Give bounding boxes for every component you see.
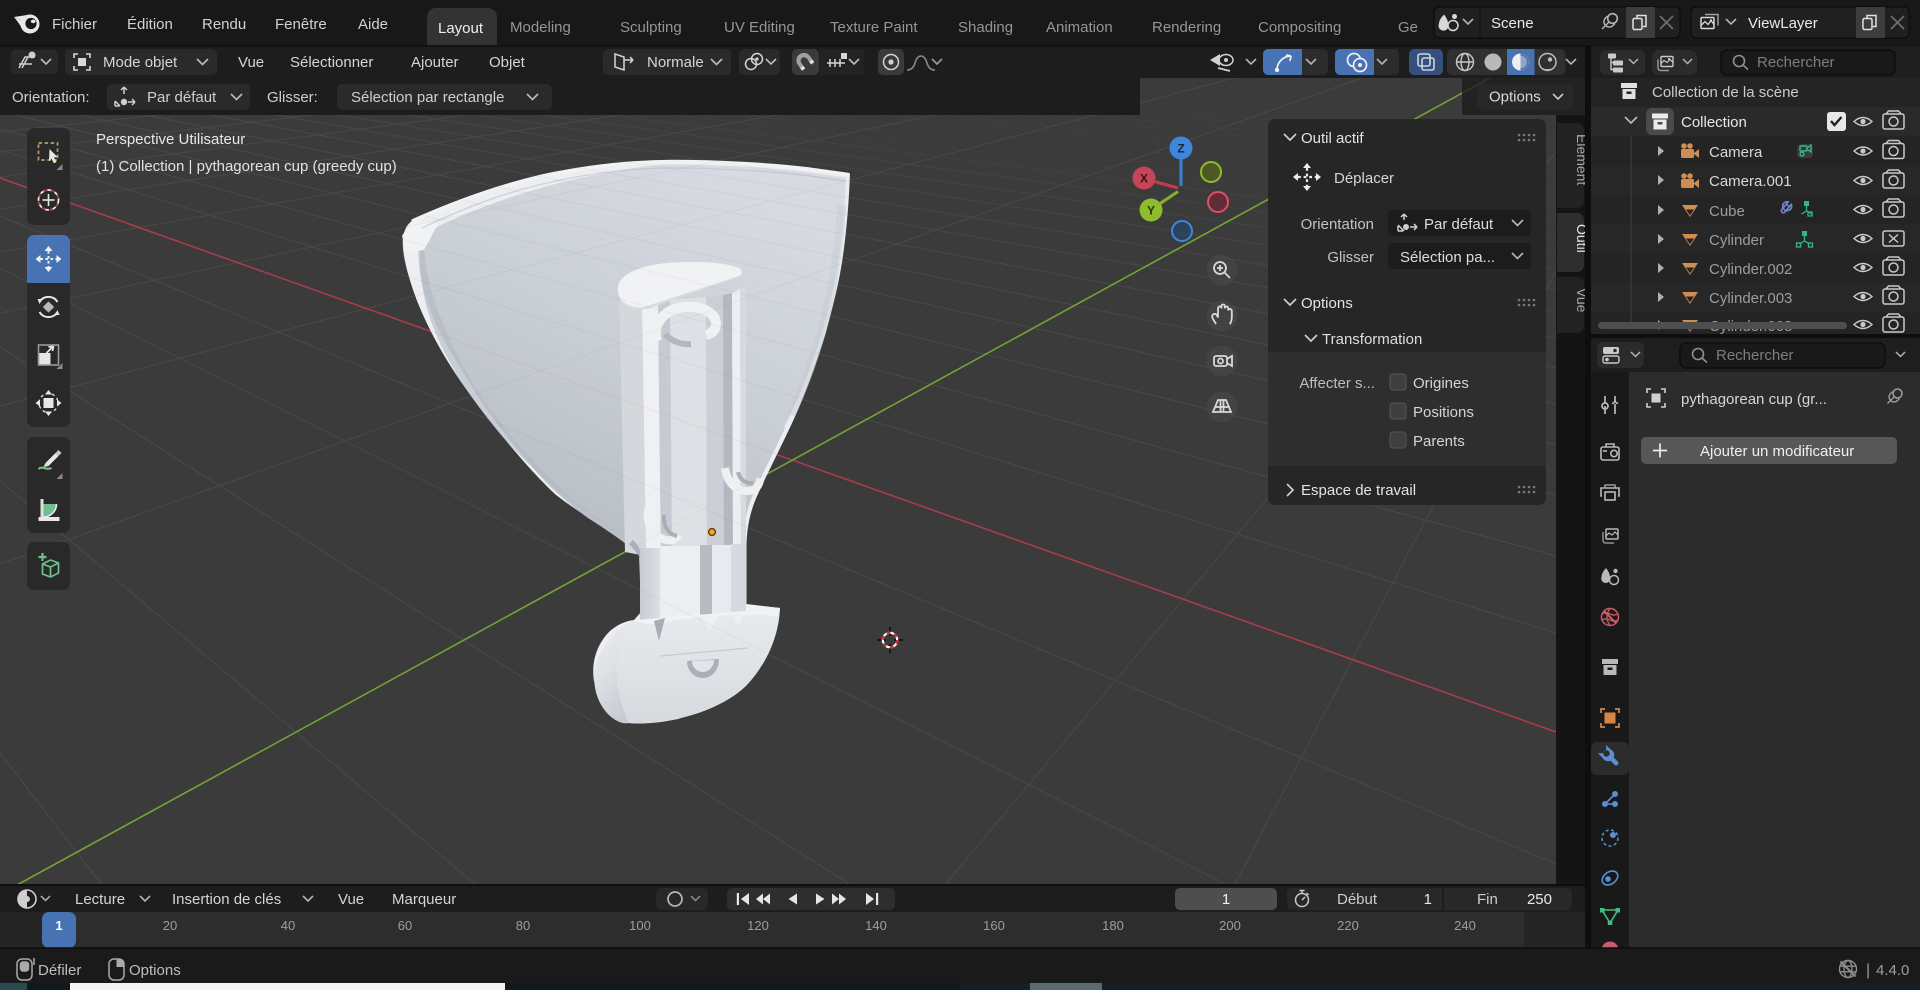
svg-text:|: | [1866,962,1870,979]
svg-text:Fin: Fin [1477,891,1498,908]
svg-text:Sculpting: Sculpting [620,19,682,36]
svg-text:20: 20 [163,918,177,933]
svg-text:1: 1 [1222,891,1230,908]
svg-text:Animation: Animation [1046,19,1113,36]
svg-text:Outil actif: Outil actif [1301,130,1364,147]
svg-text:Ajouter: Ajouter [411,54,459,71]
svg-text:Rechercher: Rechercher [1716,347,1794,364]
svg-text:Compositing: Compositing [1258,19,1341,36]
svg-text:Shading: Shading [958,19,1013,36]
svg-text:Ge: Ge [1398,19,1418,36]
svg-text:Ajouter un modificateur: Ajouter un modificateur [1700,443,1854,460]
svg-text:Édition: Édition [127,16,173,33]
svg-text:Fenêtre: Fenêtre [275,16,327,33]
svg-text:Sélection par rectangle: Sélection par rectangle [351,89,504,106]
svg-text:Z: Z [1177,142,1184,156]
svg-text:Par défaut: Par défaut [1424,216,1494,233]
svg-text:Normale: Normale [647,54,704,71]
svg-text:120: 120 [747,918,769,933]
svg-text:Rendering: Rendering [1152,19,1221,36]
svg-text:180: 180 [1102,918,1124,933]
svg-text:Orientation: Orientation [1301,216,1374,233]
svg-text:Déplacer: Déplacer [1334,170,1394,187]
svg-text:Texture Paint: Texture Paint [830,19,918,36]
svg-text:Options: Options [1489,89,1541,106]
svg-text:Origines: Origines [1413,375,1469,392]
svg-text:4.4.0: 4.4.0 [1876,962,1909,979]
svg-text:ViewLayer: ViewLayer [1748,15,1818,32]
svg-text:Camera: Camera [1709,144,1763,161]
svg-text:Positions: Positions [1413,404,1474,421]
svg-text:Orientation:: Orientation: [12,89,90,106]
svg-text:Mode objet: Mode objet [103,54,178,71]
svg-text:Modeling: Modeling [510,19,571,36]
svg-text:250: 250 [1527,891,1552,908]
svg-text:UV Editing: UV Editing [724,19,795,36]
svg-text:Layout: Layout [438,20,484,37]
svg-text:Parents: Parents [1413,433,1465,450]
svg-text:Marqueur: Marqueur [392,891,456,908]
svg-text:220: 220 [1337,918,1359,933]
svg-text:Perspective Utilisateur: Perspective Utilisateur [96,131,245,148]
svg-text:Vue: Vue [238,54,264,71]
svg-text:Défiler: Défiler [38,962,81,979]
svg-text:Affecter s...: Affecter s... [1299,375,1375,392]
svg-text:Cube: Cube [1709,203,1745,220]
svg-text:Espace de travail: Espace de travail [1301,482,1416,499]
svg-text:100: 100 [629,918,651,933]
svg-text:Collection: Collection [1681,114,1747,131]
svg-text:Glisser: Glisser [1327,249,1374,266]
svg-text:140: 140 [865,918,887,933]
svg-text:Glisser:: Glisser: [267,89,318,106]
svg-text:240: 240 [1454,918,1476,933]
svg-text:200: 200 [1219,918,1241,933]
svg-text:Fichier: Fichier [52,16,97,33]
svg-text:Transformation: Transformation [1322,331,1422,348]
svg-text:Objet: Objet [489,54,526,71]
svg-text:160: 160 [983,918,1005,933]
svg-text:(1) Collection | pythagorean c: (1) Collection | pythagorean cup (greedy… [96,158,397,175]
svg-text:Cylinder.003: Cylinder.003 [1709,290,1792,307]
svg-text:1: 1 [55,918,62,933]
svg-text:Insertion de clés: Insertion de clés [172,891,281,908]
svg-text:Scene: Scene [1491,15,1534,32]
svg-text:60: 60 [398,918,412,933]
svg-text:40: 40 [281,918,295,933]
svg-text:Sélectionner: Sélectionner [290,54,373,71]
svg-text:Collection de la scène: Collection de la scène [1652,84,1799,101]
svg-text:pythagorean cup (gr...: pythagorean cup (gr... [1681,391,1827,408]
svg-text:Cylinder.002: Cylinder.002 [1709,261,1792,278]
svg-text:Sélection pa...: Sélection pa... [1400,249,1495,266]
svg-text:Options: Options [129,962,181,979]
svg-text:Vue: Vue [338,891,364,908]
svg-text:1: 1 [1424,891,1432,908]
svg-text:Début: Début [1337,891,1378,908]
svg-text:Y: Y [1147,204,1155,218]
svg-text:Options: Options [1301,295,1353,312]
svg-text:Aide: Aide [358,16,388,33]
svg-text:Par défaut: Par défaut [147,89,217,106]
svg-text:Rendu: Rendu [202,16,246,33]
svg-text:Rechercher: Rechercher [1757,54,1835,71]
svg-text:80: 80 [516,918,530,933]
svg-text:Camera.001: Camera.001 [1709,173,1792,190]
svg-text:Lecture: Lecture [75,891,125,908]
svg-text:Cylinder: Cylinder [1709,232,1764,249]
svg-text:X: X [1140,172,1148,186]
